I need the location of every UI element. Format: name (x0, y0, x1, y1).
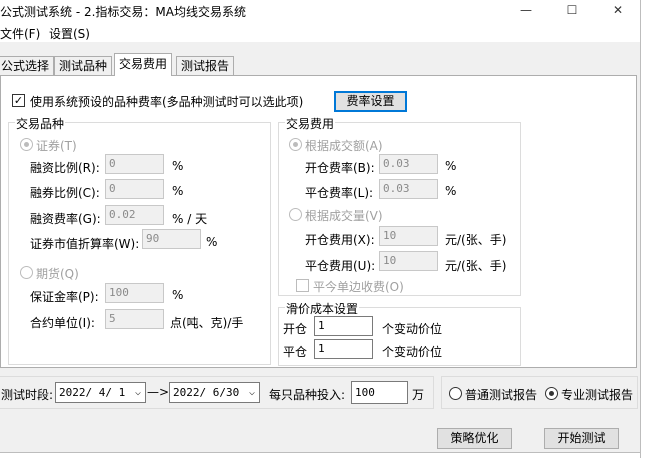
short-ratio-input[interactable]: 0 (105, 179, 164, 199)
deposit-rate-input[interactable]: 100 (105, 283, 164, 303)
by-volume-label: 根据成交量(V) (305, 209, 383, 223)
futures-radio[interactable] (20, 266, 33, 279)
system-fee-label: 使用系统预设的品种费率(多品种测试时可以选此项) (30, 95, 304, 109)
futures-label: 期货(Q) (36, 267, 79, 281)
start-date-select[interactable]: 2022/ 4/ 1 ⌵ (55, 382, 146, 403)
menu-settings[interactable]: 设置(S) (49, 25, 90, 42)
period-arrow: —> (147, 385, 170, 399)
market-discount-input[interactable]: 90 (142, 229, 201, 249)
start-date-value: 2022/ 4/ 1 (59, 386, 126, 399)
pro-report-label: 专业测试报告 (561, 388, 634, 402)
finance-rate-label: 融资费率(G): (30, 212, 101, 226)
end-date-select[interactable]: 2022/ 6/30 ⌵ (169, 382, 260, 403)
fee-settings-button[interactable]: 费率设置 (334, 91, 407, 112)
optimize-button[interactable]: 策略优化 (437, 428, 512, 449)
close-rate-label: 平仓费率(L): (305, 186, 374, 200)
open-rate-label: 开仓费率(B): (305, 161, 375, 175)
normal-report-radio[interactable] (449, 387, 462, 400)
menu-bar: 文件(F) 设置(S) (0, 22, 640, 42)
variety-group: 交易品种 证券(T) 融资比例(R): 0 % 融券比例(C): 0 % 融资费… (8, 115, 271, 365)
open-fee-label: 开仓费用(X): (305, 233, 375, 247)
deposit-rate-unit: % (172, 288, 184, 302)
system-fee-checkbox[interactable]: ✓ (12, 94, 25, 107)
slippage-open-unit: 个变动价位 (382, 322, 443, 336)
window-title: 公式测试系统 - 2.指标交易：MA均线交易系统 (0, 5, 246, 19)
chevron-down-icon[interactable]: ⌵ (249, 383, 255, 402)
normal-report-label: 普通测试报告 (465, 388, 538, 402)
fees-group: 交易费用 根据成交额(A) 开仓费率(B): 0.03 % 平仓费率(L): 0… (278, 115, 521, 296)
open-fee-unit: 元/(张、手) (445, 233, 507, 247)
margin-ratio-unit: % (172, 159, 184, 173)
market-discount-unit: % (206, 235, 218, 249)
contract-unit-input[interactable]: 5 (105, 309, 164, 329)
by-amount-radio[interactable] (289, 138, 302, 151)
close-fee-input[interactable]: 10 (379, 251, 438, 271)
chevron-down-icon[interactable]: ⌵ (135, 383, 141, 402)
finance-rate-unit: % / 天 (172, 212, 208, 226)
menu-file[interactable]: 文件(F) (0, 25, 40, 42)
open-rate-unit: % (445, 159, 457, 173)
slippage-open-input[interactable]: 1 (314, 316, 373, 336)
tab-report[interactable]: 测试报告 (176, 56, 235, 76)
tab-variety[interactable]: 测试品种 (54, 56, 113, 76)
bottom-edge (0, 452, 640, 458)
tab-formula[interactable]: 公式选择 (0, 56, 55, 76)
finance-rate-input[interactable]: 0.02 (105, 205, 164, 225)
open-fee-input[interactable]: 10 (379, 226, 438, 246)
minimize-icon[interactable]: — (506, 0, 546, 22)
deposit-rate-label: 保证金率(P): (30, 290, 99, 304)
contract-unit-label: 合约单位(I): (30, 316, 95, 330)
maximize-icon[interactable]: ☐ (552, 0, 592, 22)
invest-input[interactable]: 100 (351, 381, 408, 404)
fees-group-title: 交易费用 (285, 115, 336, 132)
end-date-value: 2022/ 6/30 (173, 386, 240, 399)
short-ratio-unit: % (172, 184, 184, 198)
single-side-checkbox[interactable] (296, 279, 309, 292)
slippage-close-unit: 个变动价位 (382, 345, 443, 359)
slippage-group: 滑价成本设置 开仓 1 个变动价位 平仓 1 个变动价位 (278, 300, 521, 366)
securities-label: 证券(T) (36, 139, 77, 153)
pro-report-radio[interactable] (545, 387, 558, 400)
close-rate-input[interactable]: 0.03 (379, 179, 438, 199)
tab-strip: 公式选择 测试品种 交易费用 测试报告 (0, 53, 640, 76)
short-ratio-label: 融券比例(C): (30, 186, 100, 200)
margin-ratio-input[interactable]: 0 (105, 154, 164, 174)
tab-fees[interactable]: 交易费用 (114, 53, 173, 76)
period-group: 测试时段: 2022/ 4/ 1 ⌵ —> 2022/ 6/30 ⌵ 每只品种投… (0, 376, 434, 409)
market-discount-label: 证券市值折算率(W): (30, 237, 140, 251)
slippage-open-label: 开仓 (283, 322, 308, 336)
slippage-close-label: 平仓 (283, 345, 308, 359)
period-label: 测试时段: (1, 388, 54, 402)
securities-radio[interactable] (20, 138, 33, 151)
margin-ratio-label: 融资比例(R): (30, 161, 100, 175)
invest-label: 每只品种投入: (269, 388, 346, 402)
by-amount-label: 根据成交额(A) (305, 139, 383, 153)
by-volume-radio[interactable] (289, 208, 302, 221)
invest-unit: 万 (412, 388, 425, 402)
close-fee-unit: 元/(张、手) (445, 259, 507, 273)
close-fee-label: 平仓费用(U): (305, 259, 376, 273)
report-type-group: 普通测试报告 专业测试报告 (441, 376, 638, 409)
close-rate-unit: % (445, 184, 457, 198)
start-test-button[interactable]: 开始测试 (544, 428, 619, 449)
single-side-label: 平今单边收费(O) (313, 280, 404, 294)
slippage-close-input[interactable]: 1 (314, 339, 373, 359)
slippage-group-title: 滑价成本设置 (285, 300, 360, 317)
open-rate-input[interactable]: 0.03 (379, 154, 438, 174)
window-edge (640, 0, 646, 458)
contract-unit-suffix: 点(吨、克)/手 (170, 316, 244, 330)
variety-group-title: 交易品种 (15, 115, 66, 132)
title-bar: 公式测试系统 - 2.指标交易：MA均线交易系统 — ☐ ✕ (0, 0, 640, 22)
close-icon[interactable]: ✕ (598, 0, 638, 22)
fees-tab-panel: ✓ 使用系统预设的品种费率(多品种测试时可以选此项) 费率设置 交易品种 证券(… (0, 75, 637, 368)
